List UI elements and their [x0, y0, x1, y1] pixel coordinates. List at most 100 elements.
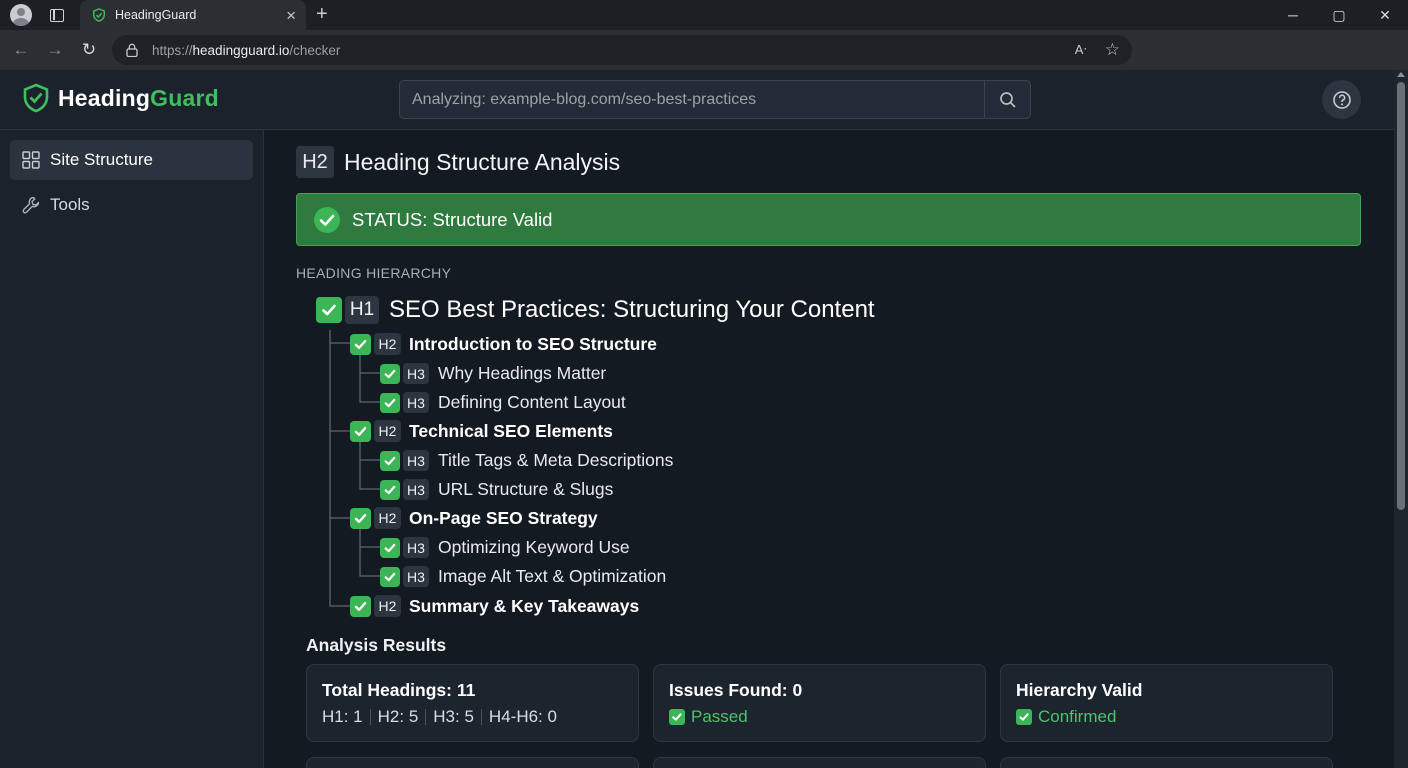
- tree-node-h3[interactable]: H3 Why Headings Matter: [380, 363, 606, 384]
- sidebar-item-label: Site Structure: [50, 150, 153, 169]
- favorite-star-icon[interactable]: ☆: [1105, 40, 1120, 60]
- heading-text: Optimizing Keyword Use: [438, 537, 630, 557]
- brand-logo[interactable]: HeadingGuard: [22, 83, 219, 113]
- heading-text: Title Tags & Meta Descriptions: [438, 450, 674, 470]
- reload-icon[interactable]: ↻: [72, 30, 106, 70]
- tree-node-h2[interactable]: H2 Technical SEO Elements: [350, 420, 613, 442]
- card-title: Total Headings: 11: [322, 680, 476, 700]
- browser-tab[interactable]: HeadingGuard ×: [80, 0, 306, 30]
- read-aloud-icon[interactable]: Aᐧ: [1075, 42, 1087, 58]
- shield-logo-icon: [23, 83, 49, 113]
- forward-arrow-icon[interactable]: →: [38, 30, 72, 70]
- search-icon: [999, 91, 1016, 108]
- browser-toolbar: ← → ↻ https://headingguard.io/checker Aᐧ…: [0, 30, 1408, 90]
- sidebar: Site Structure Tools: [0, 130, 264, 768]
- main-content: H2 Heading Structure Analysis STATUS: St…: [264, 130, 1394, 768]
- scrollbar-thumb[interactable]: [1397, 82, 1405, 510]
- tree-node-h2[interactable]: H2 On-Page SEO Strategy: [350, 507, 598, 529]
- shield-favicon-icon: [93, 8, 105, 22]
- tree-node-h1[interactable]: H1 SEO Best Practices: Structuring Your …: [316, 296, 875, 324]
- heading-level-tag: H2: [374, 333, 401, 355]
- heading-level-tag: H2: [374, 420, 401, 442]
- tab-title: HeadingGuard: [115, 8, 197, 22]
- check-icon: [350, 595, 371, 617]
- browser-tab-bar: HeadingGuard × + ─ ▢ ✕: [0, 0, 1408, 30]
- heading-text: Image Alt Text & Optimization: [438, 566, 667, 586]
- back-arrow-icon[interactable]: ←: [4, 30, 38, 70]
- heading-text: Summary & Key Takeaways: [409, 595, 640, 616]
- tree-node-h3[interactable]: H3 Title Tags & Meta Descriptions: [380, 450, 673, 471]
- check-icon: [380, 566, 400, 587]
- heading-level-tag: H3: [403, 479, 429, 500]
- tree-node-h2[interactable]: H2 Introduction to SEO Structure: [350, 333, 657, 355]
- check-icon: [380, 392, 400, 413]
- lock-icon: [126, 43, 138, 57]
- heading-text: Technical SEO Elements: [409, 420, 613, 441]
- url-text: https://headingguard.io/checker: [152, 42, 341, 58]
- heading-level-tag: H1: [345, 296, 379, 324]
- h1-count: H1: 1: [322, 707, 363, 726]
- card-value: Confirmed: [1016, 707, 1116, 727]
- heading-level-tag: H2: [374, 595, 401, 617]
- wrench-icon: [22, 196, 40, 214]
- check-icon: [380, 363, 400, 384]
- scroll-up-arrow-icon[interactable]: [1397, 72, 1405, 77]
- new-tab-icon[interactable]: +: [316, 4, 328, 24]
- heading-text: Introduction to SEO Structure: [409, 333, 657, 354]
- h2-count: H2: 5: [377, 707, 419, 726]
- search-input[interactable]: [400, 81, 984, 118]
- heading-level-tag: H3: [403, 392, 429, 413]
- results-title: Analysis Results: [306, 635, 447, 655]
- tab-actions-icon[interactable]: [50, 8, 64, 22]
- close-tab-icon[interactable]: ×: [286, 7, 296, 24]
- heading-text: On-Page SEO Strategy: [409, 507, 598, 528]
- close-window-icon[interactable]: ✕: [1362, 0, 1408, 30]
- address-bar[interactable]: https://headingguard.io/checker Aᐧ ☆: [112, 35, 1132, 65]
- sidebar-item-label: Tools: [50, 195, 90, 214]
- check-icon: [380, 479, 400, 500]
- check-icon: [350, 333, 371, 355]
- search-button[interactable]: [984, 81, 1030, 118]
- tree-node-h3[interactable]: H3 Optimizing Keyword Use: [380, 537, 630, 558]
- heading-level-tag: H3: [403, 537, 429, 558]
- total-headings-card: Total Headings: 11 H1: 1 H2: 5 H3: 5 H4-…: [306, 664, 639, 742]
- h3-count: H3: 5: [433, 707, 474, 726]
- brand-name: HeadingGuard: [58, 84, 219, 111]
- help-button[interactable]: [1322, 80, 1361, 119]
- window-controls: ─ ▢ ✕: [1270, 0, 1408, 30]
- sidebar-item-site-structure[interactable]: Site Structure: [10, 140, 253, 180]
- heading-breakdown: H1: 1 H2: 5 H3: 5 H4-H6: 0: [322, 707, 557, 727]
- check-box-icon: [1016, 709, 1032, 725]
- profile-avatar-icon[interactable]: [10, 4, 32, 26]
- maximize-icon[interactable]: ▢: [1316, 0, 1362, 30]
- check-icon: [380, 537, 400, 558]
- partial-card: [653, 757, 986, 768]
- tree-node-h3[interactable]: H3 URL Structure & Slugs: [380, 479, 613, 500]
- card-title: Hierarchy Valid: [1016, 680, 1143, 700]
- app-header: HeadingGuard: [0, 70, 1394, 130]
- heading-level-tag: H3: [403, 450, 429, 471]
- check-icon: [316, 297, 342, 323]
- tree-node-h3[interactable]: H3 Defining Content Layout: [380, 392, 626, 413]
- check-icon: [350, 507, 371, 529]
- partial-card: [306, 757, 639, 768]
- search-box: [399, 80, 1031, 119]
- h4-h6-count: H4-H6: 0: [488, 707, 557, 726]
- issues-found-card: Issues Found: 0 Passed: [653, 664, 986, 742]
- partial-card: [1000, 757, 1333, 768]
- question-mark-icon: [1332, 90, 1351, 109]
- card-value: Passed: [669, 707, 748, 727]
- heading-text: SEO Best Practices: Structuring Your Con…: [389, 296, 875, 323]
- tree-node-h3[interactable]: H3 Image Alt Text & Optimization: [380, 566, 666, 587]
- heading-text: Defining Content Layout: [438, 392, 626, 412]
- minimize-icon[interactable]: ─: [1270, 0, 1316, 30]
- tree-node-h2[interactable]: H2 Summary & Key Takeaways: [350, 595, 639, 617]
- grid-icon: [22, 151, 40, 169]
- heading-text: Why Headings Matter: [438, 363, 607, 383]
- heading-level-tag: H2: [374, 507, 401, 529]
- heading-text: URL Structure & Slugs: [438, 479, 614, 499]
- heading-level-tag: H3: [403, 566, 429, 587]
- page-scrollbar[interactable]: [1394, 70, 1408, 768]
- card-title: Issues Found: 0: [669, 680, 803, 700]
- sidebar-item-tools[interactable]: Tools: [10, 185, 253, 225]
